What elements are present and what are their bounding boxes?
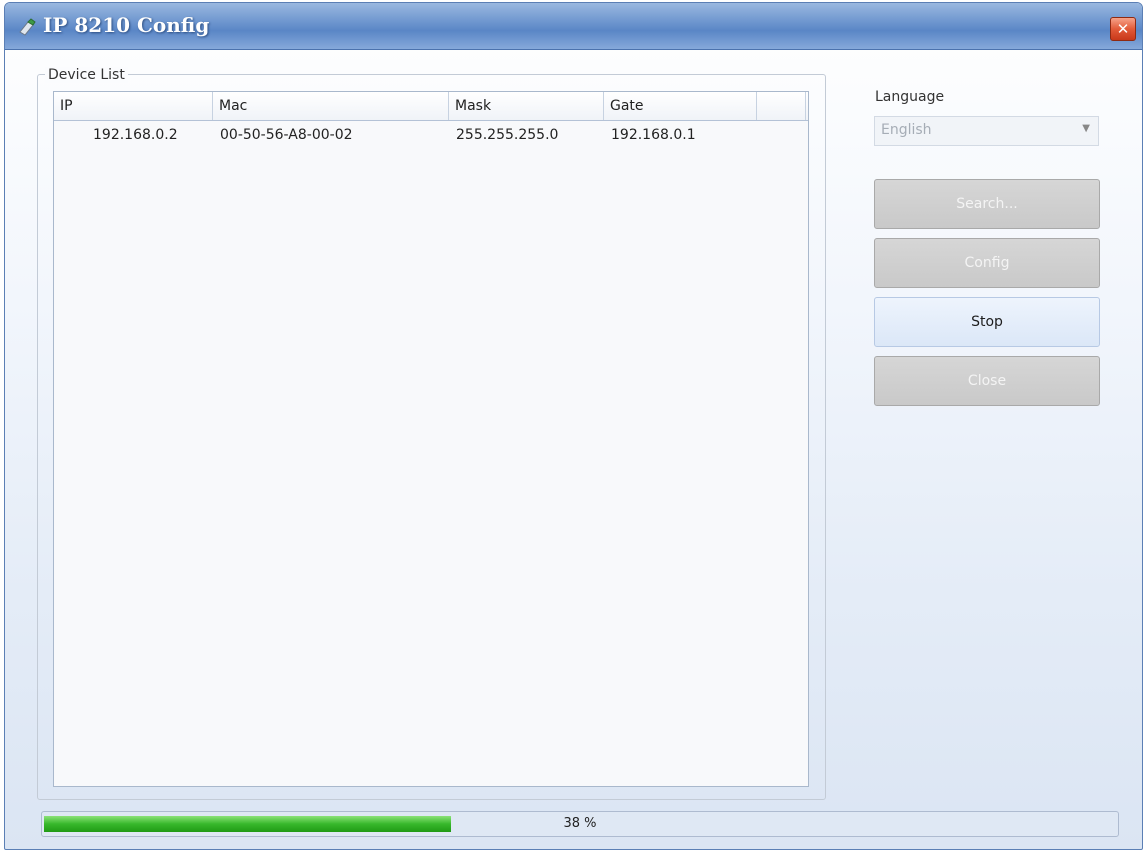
stop-button[interactable]: Stop — [874, 297, 1100, 347]
cell-mac: 00-50-56-A8-00-02 — [220, 127, 353, 143]
cell-ip: 192.168.0.2 — [93, 127, 178, 143]
cell-gate: 192.168.0.1 — [611, 127, 696, 143]
progress-bar: 38 % — [41, 811, 1119, 837]
table-row[interactable]: 192.168.0.2 00-50-56-A8-00-02 255.255.25… — [54, 122, 808, 148]
device-list-label: Device List — [45, 67, 128, 83]
language-select[interactable]: English ▼ — [874, 116, 1099, 146]
column-header-mac[interactable]: Mac — [213, 92, 449, 120]
column-header-gate[interactable]: Gate — [604, 92, 757, 120]
title-bar[interactable]: IP 8210 Config ✕ — [5, 3, 1142, 50]
column-header-empty[interactable] — [757, 92, 806, 120]
window-title: IP 8210 Config — [43, 13, 210, 37]
column-header-mask[interactable]: Mask — [449, 92, 604, 120]
config-button[interactable]: Config — [874, 238, 1100, 288]
device-list-header: IP Mac Mask Gate — [54, 92, 808, 121]
app-window: IP 8210 Config ✕ Device List IP Mac Mask… — [4, 2, 1143, 850]
language-label: Language — [875, 89, 945, 105]
progress-label: 38 % — [563, 816, 597, 831]
device-list-view[interactable]: IP Mac Mask Gate 192.168.0.2 00-50-56-A8… — [53, 91, 809, 787]
chevron-down-icon: ▼ — [1082, 123, 1090, 134]
app-icon — [19, 18, 36, 36]
search-button[interactable]: Search... — [874, 179, 1100, 229]
column-header-ip[interactable]: IP — [54, 92, 213, 120]
close-button[interactable]: Close — [874, 356, 1100, 406]
window-close-button[interactable]: ✕ — [1110, 17, 1136, 41]
language-selected-value: English — [881, 122, 932, 138]
cell-mask: 255.255.255.0 — [456, 127, 559, 143]
